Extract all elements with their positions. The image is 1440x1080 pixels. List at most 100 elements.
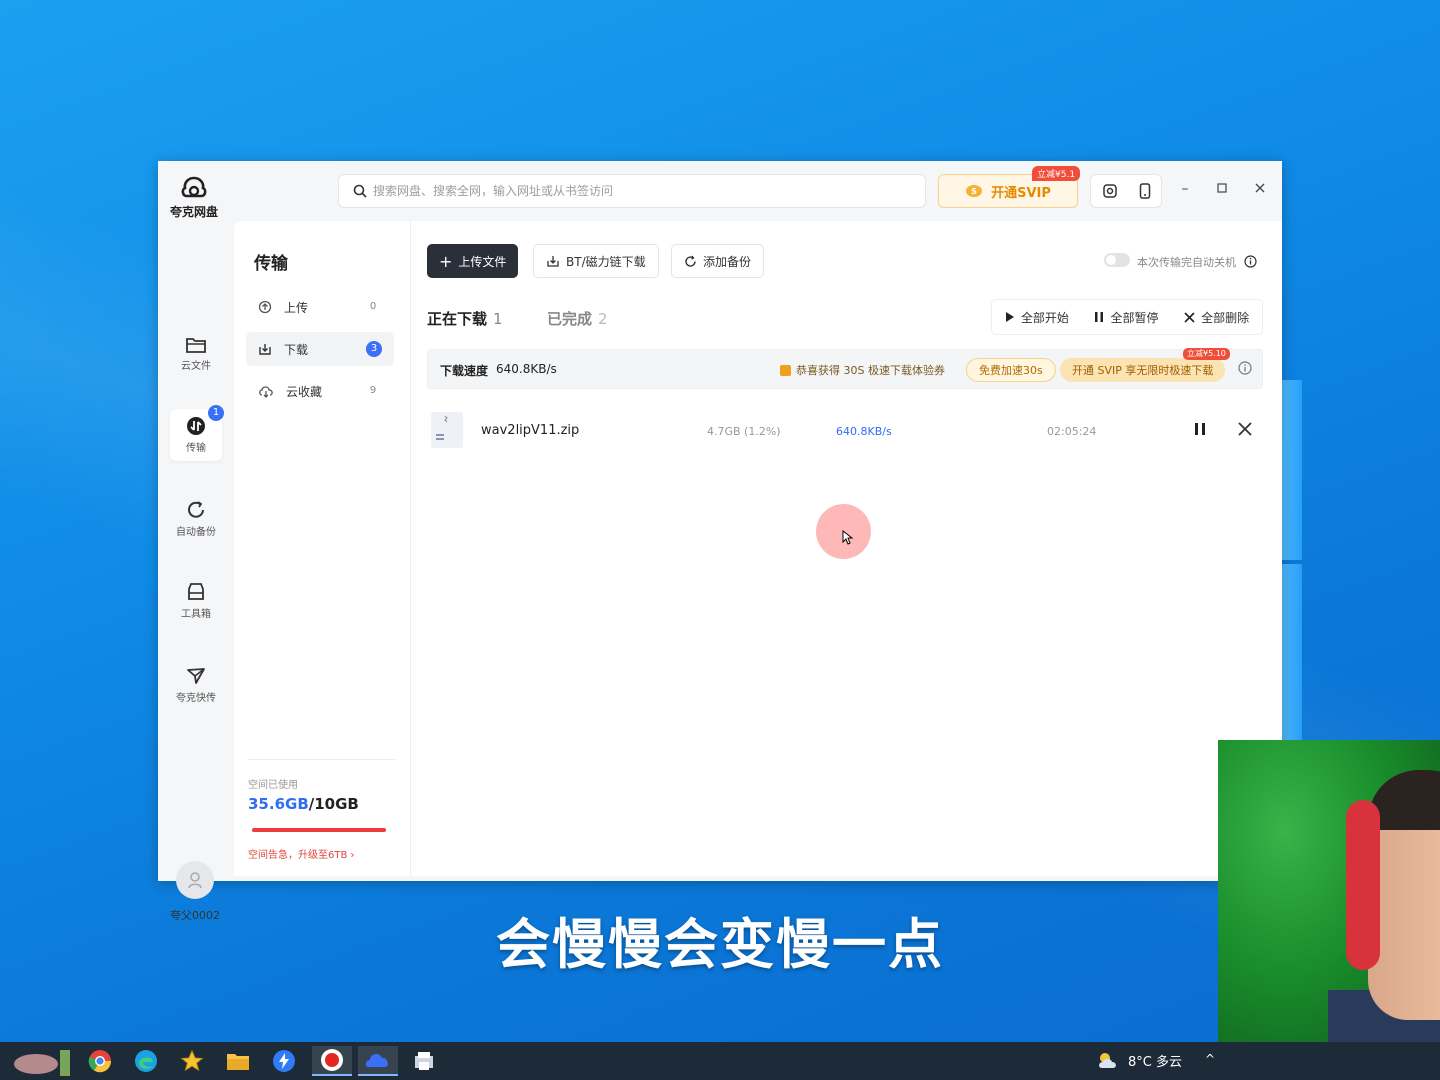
- quark-icon[interactable]: [358, 1046, 398, 1076]
- zip-glyph-icon: [431, 412, 463, 448]
- refresh-icon: [685, 255, 696, 267]
- rail-item-quark-send[interactable]: 夸克快传: [170, 659, 222, 711]
- storage-label: 空间已使用: [248, 780, 298, 791]
- upload-icon: [258, 300, 272, 314]
- tray-chevron-up-icon[interactable]: ^: [1205, 1052, 1215, 1066]
- rail-label: 夸克快传: [176, 693, 216, 704]
- cloud-logo-icon: [181, 176, 207, 198]
- tab-completed[interactable]: 已完成 2: [547, 308, 608, 329]
- svip-label: 开通SVIP: [991, 185, 1051, 201]
- edge-icon[interactable]: [126, 1046, 166, 1076]
- svip-promo-badge: 立减¥5.10: [1183, 348, 1230, 360]
- speed-label: 下载速度: [440, 364, 489, 378]
- start-all-button[interactable]: 全部开始: [1005, 309, 1069, 326]
- send-icon: [187, 668, 205, 684]
- app-logo[interactable]: 夸克网盘: [168, 175, 220, 220]
- info-icon[interactable]: [1243, 255, 1257, 268]
- favorites-star-icon: [180, 1049, 204, 1072]
- maximize-icon[interactable]: [1212, 181, 1232, 197]
- coupon-icon: [780, 364, 791, 376]
- storage-upgrade-link[interactable]: 空间告急，升级至6TB ›: [248, 846, 355, 861]
- phone-icon[interactable]: [1139, 183, 1151, 199]
- nav-count: 3: [366, 341, 382, 357]
- feishu-icon[interactable]: [264, 1046, 304, 1076]
- star-icon[interactable]: [172, 1046, 212, 1076]
- download-row[interactable]: wav2lipV11.zip 4.7GB (1.2%) 640.8KB/s 02…: [427, 409, 1263, 455]
- cloudy-weather-icon: [1099, 1053, 1116, 1068]
- chrome-logo-icon: [88, 1050, 112, 1073]
- tab-downloading[interactable]: 正在下载 1: [427, 308, 503, 329]
- transfer-panel: 传输 上传 0 下载 3 云收藏 9 空间已使用 35.6GB/10GB 空间告…: [234, 221, 410, 876]
- folder-icon: [227, 1054, 249, 1070]
- nav-label: 上传: [284, 300, 309, 315]
- maximize-square-icon: [1217, 183, 1227, 193]
- info-icon[interactable]: [1238, 361, 1252, 375]
- weather-text: 8°C 多云: [1128, 1054, 1182, 1070]
- pause-icon[interactable]: [1193, 421, 1207, 437]
- svg-text:S: S: [971, 187, 977, 196]
- auto-shutdown-toggle[interactable]: [1104, 253, 1130, 267]
- windows-logo-gap: [1282, 560, 1302, 564]
- rail-item-cloud-files[interactable]: 云文件: [170, 329, 222, 381]
- tab-completed-label: 已完成: [547, 310, 593, 328]
- pause-all-button[interactable]: 全部暂停: [1094, 309, 1158, 326]
- close-icon[interactable]: [1237, 421, 1253, 437]
- folder-icon: [186, 338, 206, 353]
- nav-item-cloud-collect[interactable]: 云收藏 9: [246, 374, 394, 408]
- svip-discount-badge: 立减¥5.1: [1032, 166, 1081, 181]
- avatar[interactable]: [176, 861, 214, 899]
- taskbar: 8°C 多云 ^: [0, 1042, 1440, 1080]
- svip-promo-button[interactable]: 开通 SVIP 享无限时极速下载: [1060, 358, 1226, 382]
- hippo-wallpaper-icon: [14, 1050, 70, 1076]
- nav-item-upload[interactable]: 上传 0: [246, 290, 394, 324]
- headphone-icon: [1346, 800, 1380, 970]
- explorer-icon[interactable]: [218, 1046, 258, 1076]
- user-icon: [188, 872, 202, 889]
- file-name: wav2lipV11.zip: [481, 423, 580, 438]
- pause-icon: [1095, 312, 1104, 322]
- rail-label: 传输: [186, 443, 206, 454]
- bt-magnet-button[interactable]: BT/磁力链下载: [533, 244, 659, 278]
- upload-file-label: 上传文件: [458, 254, 507, 269]
- close-icon: [1184, 311, 1195, 323]
- tab-downloading-label: 正在下载: [427, 310, 488, 328]
- upload-file-button[interactable]: + 上传文件: [427, 244, 519, 278]
- rail-item-auto-backup[interactable]: 自动备份: [170, 493, 222, 545]
- rail-item-transfer[interactable]: 传输 1: [170, 405, 224, 461]
- tool-icon[interactable]: [404, 1046, 444, 1076]
- delete-all-button[interactable]: 全部删除: [1184, 309, 1249, 326]
- rail-item-toolbox[interactable]: 工具箱: [170, 575, 222, 627]
- nav-item-download[interactable]: 下载 3: [246, 332, 394, 366]
- tab-completed-count: 2: [598, 310, 608, 328]
- promo-text: 恭喜获得 30S 极速下载体验券: [796, 364, 945, 377]
- search-input[interactable]: [373, 184, 913, 198]
- add-backup-button[interactable]: 添加备份: [671, 244, 765, 278]
- nav-count: 0: [369, 301, 377, 312]
- sync-icon: [188, 501, 204, 518]
- weather-widget[interactable]: 8°C 多云: [1096, 1050, 1182, 1070]
- storage-total: 10GB: [314, 795, 359, 813]
- webcam-overlay: [1218, 740, 1440, 1042]
- close-window-icon[interactable]: [1250, 181, 1270, 197]
- panel-divider: [248, 759, 396, 760]
- minimize-icon[interactable]: –: [1175, 181, 1195, 197]
- storage-used: 35.6GB: [248, 795, 309, 813]
- nav-label: 下载: [284, 342, 309, 357]
- hippo-icon[interactable]: [4, 1046, 76, 1076]
- free-boost-button[interactable]: 免费加速30s: [966, 358, 1056, 382]
- promo-message: 恭喜获得 30S 极速下载体验券: [780, 362, 945, 378]
- file-size: 4.7GB (1.2%): [707, 425, 781, 438]
- magnet-download-icon: [547, 256, 559, 267]
- record-icon[interactable]: [312, 1046, 352, 1076]
- panel-title: 传输: [254, 254, 288, 274]
- search-bar[interactable]: [338, 174, 926, 208]
- storage-usage: 35.6GB/10GB: [248, 795, 359, 813]
- chrome-icon[interactable]: [80, 1046, 120, 1076]
- speed-value: 640.8KB/s: [496, 362, 557, 376]
- download-speed-bar: 下载速度 640.8KB/s 恭喜获得 30S 极速下载体验券 免费加速30s …: [427, 348, 1263, 389]
- left-rail: 云文件 传输 1 自动备份 工具箱 夸克快传 夸父0002: [158, 221, 232, 922]
- screen-record-icon: [321, 1049, 343, 1071]
- storage-warn-text: 空间告急，升级至6TB: [248, 850, 348, 861]
- screenshot-icon[interactable]: [1102, 183, 1118, 199]
- file-speed: 640.8KB/s: [836, 425, 892, 438]
